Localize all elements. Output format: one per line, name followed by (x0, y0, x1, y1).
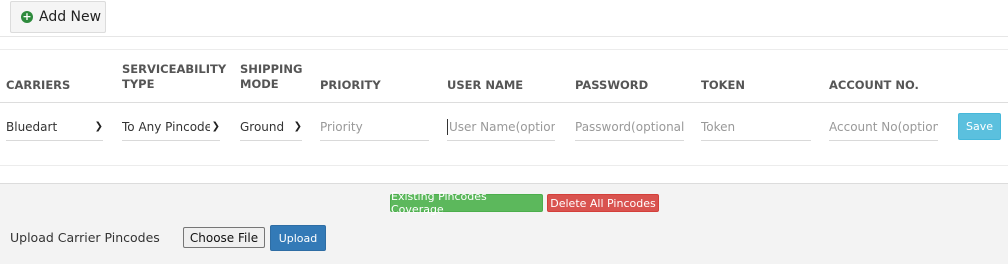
upload-carrier-pincodes-label: Upload Carrier Pincodes (10, 230, 160, 245)
username-input[interactable] (449, 119, 555, 134)
header-shipping-mode: SHIPPING MODE (240, 62, 302, 92)
shipping-mode-select[interactable]: Ground ❯ (240, 113, 302, 141)
upload-panel: Existing Pincodes Coverage Delete All Pi… (0, 183, 1008, 264)
add-new-button[interactable]: + Add New (10, 1, 106, 33)
carrier-select[interactable]: Bluedart ❯ (6, 113, 103, 141)
plus-circle-icon: + (21, 10, 33, 23)
choose-file-button[interactable]: Choose File (183, 227, 265, 248)
carrier-select-value: Bluedart (6, 119, 58, 134)
priority-input[interactable] (320, 119, 429, 134)
existing-pincodes-coverage-button[interactable]: Existing Pincodes Coverage (390, 190, 543, 216)
serviceability-select-value: To Any Pincode (122, 119, 210, 134)
password-input[interactable] (575, 119, 684, 134)
header-serviceability-line1: SERVICEABILITY (122, 62, 227, 76)
header-password: PASSWORD (575, 78, 649, 92)
account-no-field[interactable] (829, 113, 938, 141)
delete-all-pincodes-button[interactable]: Delete All Pincodes (547, 194, 659, 212)
header-token: TOKEN (701, 78, 746, 92)
chevron-down-icon: ❯ (211, 121, 220, 132)
toolbar: + Add New (0, 0, 1008, 37)
save-button[interactable]: Save (958, 113, 1001, 140)
header-divider (0, 49, 1008, 50)
serviceability-select[interactable]: To Any Pincode ❯ (122, 113, 220, 141)
header-serviceability-line2: TYPE (122, 77, 155, 91)
username-field[interactable] (447, 113, 555, 141)
row-bottom-divider (0, 165, 1008, 166)
token-input[interactable] (701, 119, 811, 134)
password-field[interactable] (575, 113, 684, 141)
token-field[interactable] (701, 113, 811, 141)
chevron-down-icon: ❯ (94, 121, 103, 132)
header-shipping-line2: MODE (240, 77, 279, 91)
header-carriers: CARRIERS (6, 78, 71, 92)
upload-button[interactable]: Upload (270, 225, 326, 251)
account-no-input[interactable] (829, 119, 938, 134)
shipping-mode-select-value: Ground (240, 119, 285, 134)
header-user-name: USER NAME (447, 78, 524, 92)
add-new-label: Add New (39, 9, 102, 25)
header-account-no: ACCOUNT NO. (829, 78, 919, 92)
chevron-down-icon: ❯ (293, 121, 302, 132)
row-divider (0, 102, 1008, 103)
header-priority: PRIORITY (320, 78, 381, 92)
priority-field[interactable] (320, 113, 429, 141)
text-cursor (447, 118, 448, 135)
header-shipping-line1: SHIPPING (240, 62, 303, 76)
header-serviceability-type: SERVICEABILITY TYPE (122, 62, 226, 92)
